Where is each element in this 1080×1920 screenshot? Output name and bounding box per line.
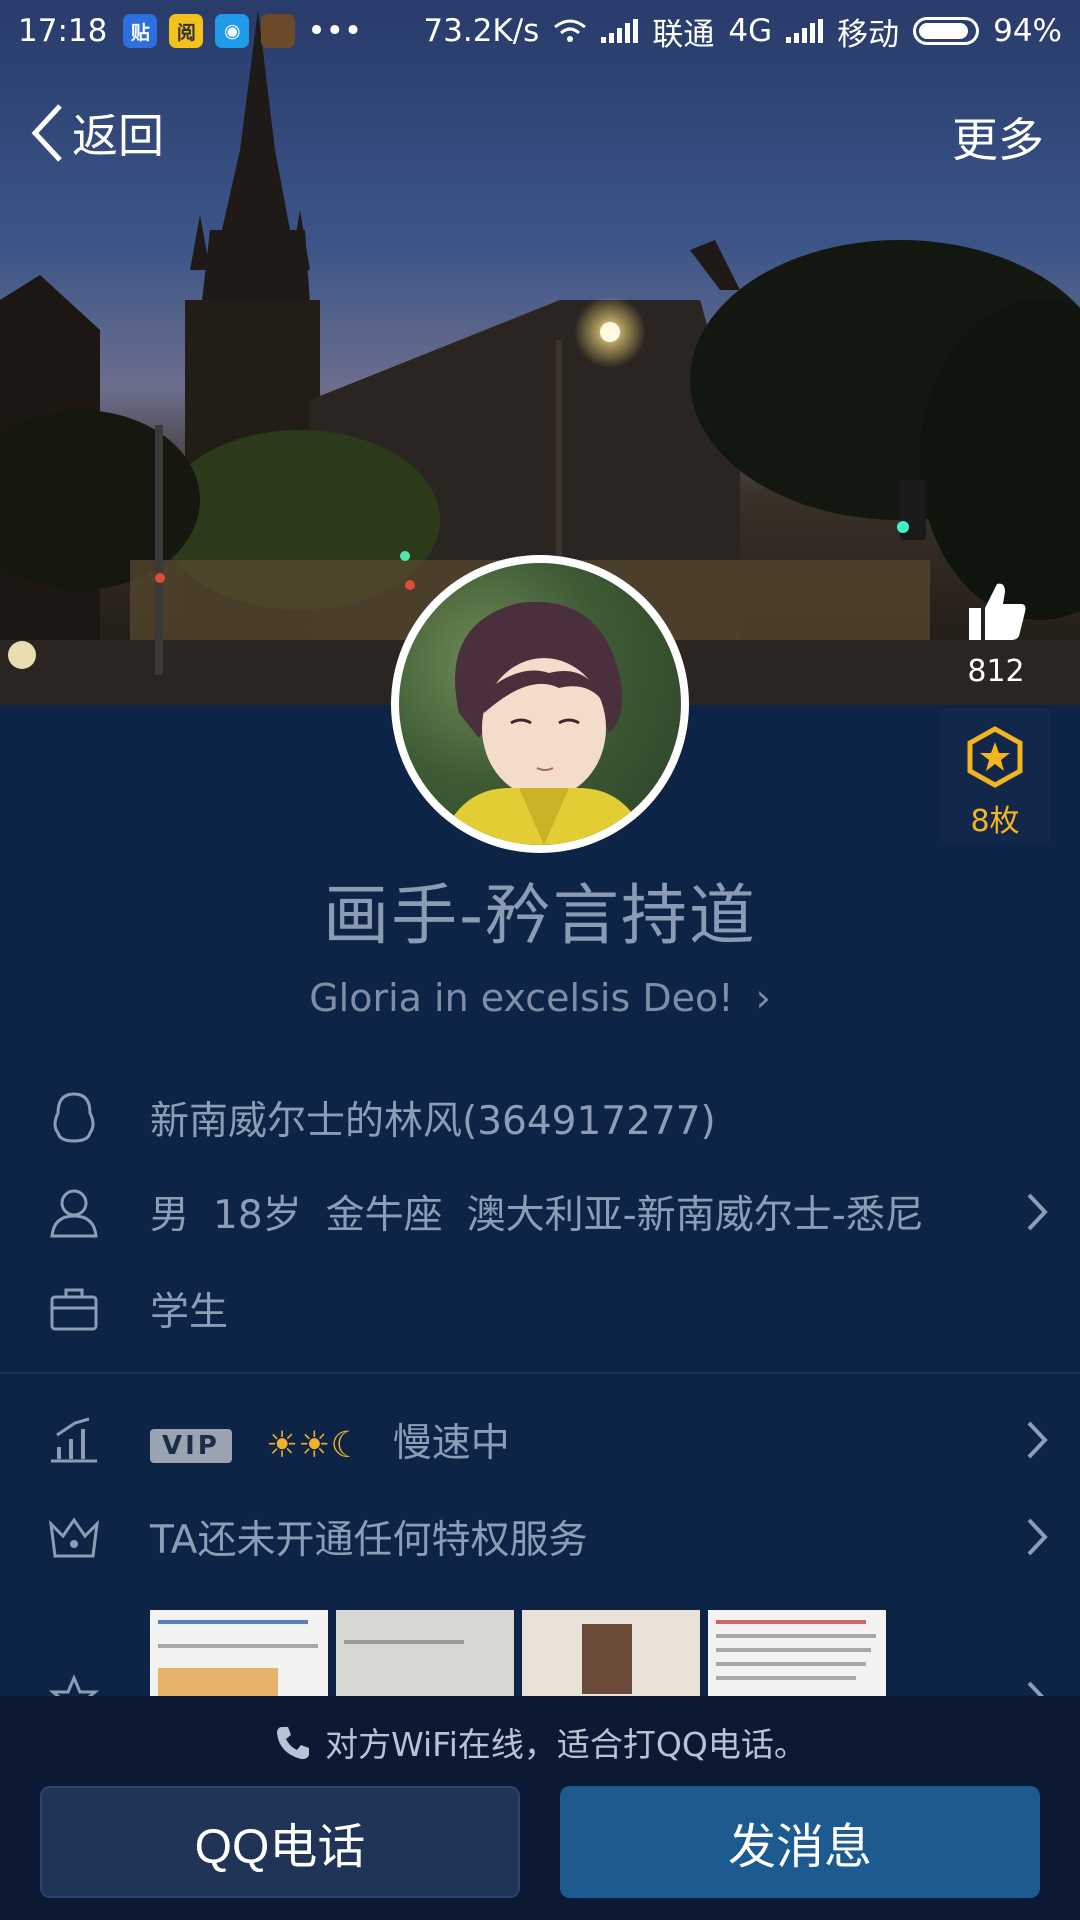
tieba-app-icon: 贴 [123,14,158,48]
zodiac: 金牛座 [325,1193,443,1238]
wifi-icon [554,19,587,42]
gallery-thumbnail[interactable] [708,1610,886,1700]
crown-icon [44,1507,104,1567]
chevron-right-icon [1027,1518,1048,1556]
like-count: 812 [967,654,1025,689]
account-text: 新南威尔士的林风(364917277) [150,1099,716,1144]
level-info: VIP ☀☀☾ 慢速中 [150,1412,510,1468]
wifi-tip: 对方WiFi在线，适合打QQ电话。 [0,1718,1080,1771]
gender: 男 [150,1193,190,1238]
gallery-thumbnail[interactable] [150,1610,328,1700]
speed-status: 慢速中 [392,1421,510,1466]
gallery-thumbnail[interactable] [336,1610,514,1700]
battery-icon [913,17,980,45]
level-icons: ☀☀☾ [266,1425,363,1466]
carrier1-type: 4G [728,13,773,49]
browser-app-icon: ◉ [215,14,250,48]
sun-icon: ☀ [298,1425,331,1466]
avatar[interactable] [391,555,689,853]
more-notifications-icon: ••• [307,13,363,49]
qq-call-button[interactable]: QQ电话 [40,1786,520,1898]
privilege-row[interactable]: TA还未开通任何特权服务 [0,1492,1080,1582]
carrier1-name: 联通 [652,16,715,53]
status-bar: 17:18 贴 阅 ◉ ••• 73.2K/s 联通 4G 移动 94% [0,0,1080,62]
net-speed: 73.2K/s [423,13,540,49]
age: 18岁 [213,1193,302,1238]
signal-icon [601,19,639,43]
moon-icon: ☾ [330,1425,363,1466]
wifi-tip-text: 对方WiFi在线，适合打QQ电话。 [325,1725,807,1764]
back-chevron-icon [31,104,62,162]
status-time: 17:18 [18,13,108,49]
occupation-row: 学生 [0,1264,1080,1354]
privilege-text: TA还未开通任何特权服务 [150,1518,588,1563]
qq-penguin-icon [44,1088,104,1148]
like-button[interactable]: 812 [956,578,1036,689]
medal-count: 8枚 [970,804,1020,839]
carrier2-name: 移动 [837,16,900,53]
briefcase-icon [44,1279,104,1339]
avatar-image [399,563,681,845]
level-row[interactable]: VIP ☀☀☾ 慢速中 [0,1395,1080,1485]
level-chart-icon [44,1410,104,1470]
person-icon [44,1182,104,1242]
chevron-right-icon [1027,1421,1048,1459]
signature-link[interactable]: Gloria in excelsis Deo! › [0,976,1080,1020]
profile-detail-text: 男 18岁 金牛座 澳大利亚-新南威尔士-悉尼 [150,1184,924,1240]
back-label: 返回 [72,109,164,163]
account-row: 新南威尔士的林风(364917277) [0,1073,1080,1163]
chevron-right-icon [1027,1193,1048,1231]
medal-star-icon [967,726,1023,788]
chevron-right-icon: › [755,976,771,1020]
signal-icon-2 [786,19,824,43]
location: 澳大利亚-新南威尔士-悉尼 [466,1193,924,1238]
medal-wall-button[interactable]: 8枚 [940,708,1050,844]
thumbs-up-icon [969,583,1026,640]
bottom-action-bar: 对方WiFi在线，适合打QQ电话。 QQ电话 发消息 [0,1696,1080,1920]
gallery-thumbnails [150,1610,886,1700]
signature-text: Gloria in excelsis Deo! [309,976,734,1020]
send-message-button[interactable]: 发消息 [560,1786,1040,1898]
gallery-thumbnail[interactable] [522,1610,700,1700]
more-button[interactable]: 更多 [952,104,1044,170]
back-button[interactable]: 返回 [30,100,164,166]
sun-icon: ☀ [265,1425,299,1466]
nickname: 画手-矜言持道 [323,877,757,954]
phone-icon [273,1723,313,1771]
vip-badge: VIP [150,1428,232,1463]
occupation-text: 学生 [150,1290,229,1335]
news-app-icon: 阅 [169,14,204,48]
battery-percent: 94% [993,13,1062,49]
game-app-icon [261,14,296,48]
profile-detail-row[interactable]: 男 18岁 金牛座 澳大利亚-新南威尔士-悉尼 [0,1167,1080,1257]
section-divider [0,1372,1080,1374]
